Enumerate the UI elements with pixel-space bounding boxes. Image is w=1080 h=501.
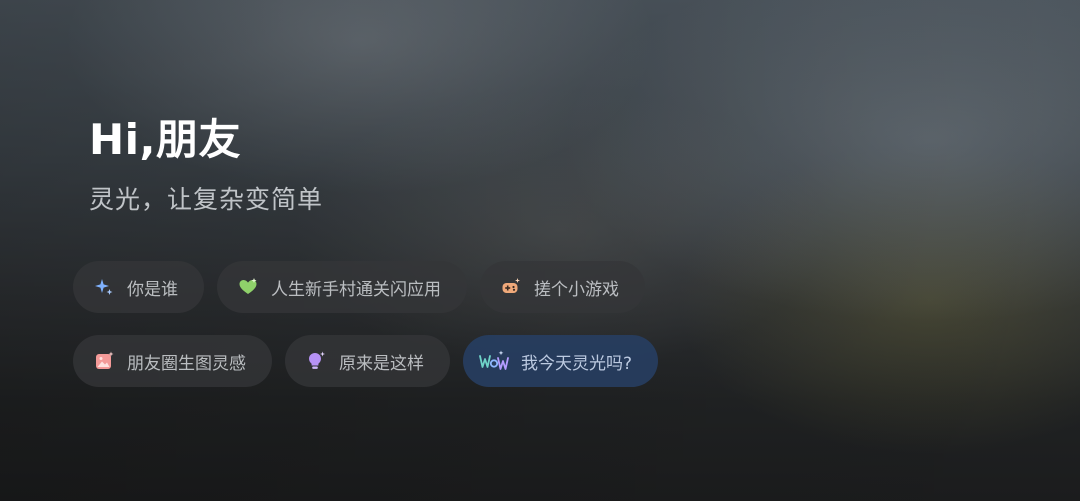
- suggestion-row: 朋友圈生图灵感 原来是这样 我今天灵光吗?: [73, 335, 659, 387]
- lightbulb-icon: [305, 350, 327, 372]
- suggestion-chip-so-thats-it[interactable]: 原来是这样: [285, 335, 450, 387]
- suggestion-chip-mini-game[interactable]: 搓个小游戏: [480, 261, 645, 313]
- suggestion-label: 原来是这样: [339, 353, 424, 374]
- heart-sparkle-icon: [237, 276, 259, 298]
- wow-icon: [479, 350, 509, 372]
- suggestion-label: 我今天灵光吗?: [521, 353, 633, 374]
- greeting-title: Hi,朋友: [89, 115, 242, 164]
- suggestion-row: 你是谁 人生新手村通关闪应用 搓个小游戏: [73, 261, 645, 313]
- suggestion-label: 搓个小游戏: [534, 279, 619, 300]
- suggestion-chip-who-are-you[interactable]: 你是谁: [73, 261, 204, 313]
- suggestion-chip-am-i-inspired[interactable]: 我今天灵光吗?: [463, 335, 659, 387]
- tagline: 灵光，让复杂变简单: [89, 185, 324, 214]
- gamepad-icon: [500, 276, 522, 298]
- sparkle-icon: [93, 276, 115, 298]
- suggestion-label: 朋友圈生图灵感: [127, 353, 246, 374]
- suggestion-label: 你是谁: [127, 279, 178, 300]
- image-icon: [93, 350, 115, 372]
- suggestion-chip-novice-village[interactable]: 人生新手村通关闪应用: [217, 261, 467, 313]
- suggestion-chip-moments-image[interactable]: 朋友圈生图灵感: [73, 335, 272, 387]
- suggestion-label: 人生新手村通关闪应用: [271, 279, 441, 300]
- home-screen: Hi,朋友 灵光，让复杂变简单 你是谁 人生新手村通关闪应用 搓个小游戏 朋友圈…: [0, 0, 1080, 501]
- background-overlay: [0, 0, 1080, 501]
